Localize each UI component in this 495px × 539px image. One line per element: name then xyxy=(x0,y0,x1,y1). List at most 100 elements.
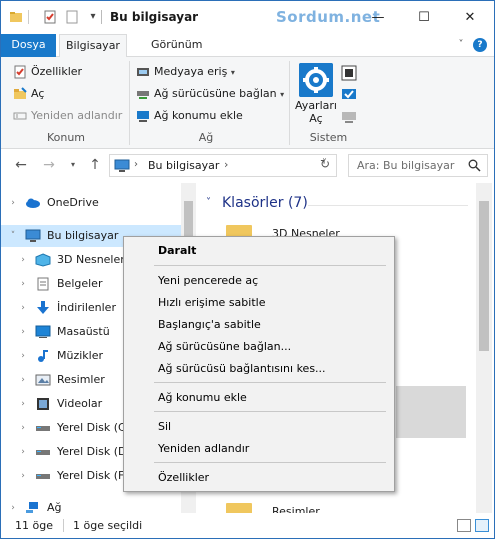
open-icon xyxy=(14,87,27,99)
tab-view[interactable]: Görünüm xyxy=(141,34,212,57)
chevron-down-icon: ▾ xyxy=(280,90,285,99)
open-button[interactable]: Aç xyxy=(13,85,44,103)
chevron-down-icon[interactable]: ˅ xyxy=(7,225,19,247)
open-label: Aç xyxy=(31,87,45,100)
large-icons-view-icon[interactable] xyxy=(475,519,489,532)
search-placeholder[interactable]: Ara: Bu bilgisayar xyxy=(357,159,454,172)
up-arrow-icon[interactable]: ↑ xyxy=(87,157,103,173)
chevron-right-icon[interactable]: › xyxy=(7,497,19,513)
rename-icon xyxy=(13,112,27,120)
search-box[interactable]: Ara: Bu bilgisayar xyxy=(348,154,488,177)
tree-item-network[interactable]: › Ağ xyxy=(1,497,181,513)
help-icon[interactable]: ? xyxy=(473,38,487,52)
explorer-window: ▾ Bu bilgisayar Sordum.net — ☐ ✕ Dosya B… xyxy=(0,0,495,539)
chevron-right-icon[interactable]: › xyxy=(134,159,138,170)
rename-label: Yeniden adlandır xyxy=(31,109,123,122)
window-title: Bu bilgisayar xyxy=(110,10,199,24)
folder-icon[interactable] xyxy=(226,503,252,513)
navigation-bar: ← → ▾ ↑ › Bu bilgisayar › ˅ ↻ Ara: Bu bi… xyxy=(1,149,494,183)
tab-file[interactable]: Dosya xyxy=(1,34,56,57)
chevron-right-icon[interactable]: › xyxy=(17,441,29,463)
settings-label: Ayarları Aç xyxy=(292,99,340,125)
folder-label[interactable]: Resimler xyxy=(272,505,320,513)
scrollbar-thumb[interactable] xyxy=(479,201,489,351)
tree-label: OneDrive xyxy=(47,196,99,209)
cloud-icon xyxy=(26,198,40,208)
address-path[interactable]: Bu bilgisayar xyxy=(148,159,219,172)
search-icon[interactable] xyxy=(468,159,481,172)
back-arrow-icon[interactable]: ← xyxy=(13,157,29,173)
recent-chevron-down-icon[interactable]: ▾ xyxy=(65,157,81,173)
tab-computer[interactable]: Bilgisayar xyxy=(59,34,127,58)
add-network-location-button[interactable]: Ağ konumu ekle xyxy=(136,107,243,125)
chevron-right-icon[interactable]: › xyxy=(17,321,29,343)
chevron-right-icon[interactable]: › xyxy=(17,297,29,319)
details-view-icon[interactable] xyxy=(457,519,471,532)
menu-item-add-network-location[interactable]: Ağ konumu ekle xyxy=(158,391,247,404)
media-access-button[interactable]: Medyaya eriş ▾ xyxy=(136,63,235,81)
tree-label: Yerel Disk (F: xyxy=(57,469,128,482)
chevron-right-icon[interactable]: › xyxy=(17,273,29,295)
menu-item-disconnect-drive[interactable]: Ağ sürücüsü bağlantısını kes... xyxy=(158,362,326,375)
tree-item-onedrive[interactable]: › OneDrive xyxy=(1,192,181,214)
status-divider xyxy=(63,519,64,532)
chevron-right-icon[interactable]: › xyxy=(224,158,228,171)
new-folder-quick-icon[interactable] xyxy=(65,10,79,24)
drive-icon xyxy=(36,450,50,455)
chevron-right-icon[interactable]: › xyxy=(17,465,29,487)
tree-label: Bu bilgisayar xyxy=(47,229,119,242)
properties-icon xyxy=(14,65,26,79)
tree-label: Belgeler xyxy=(57,277,103,290)
title-divider xyxy=(101,10,102,24)
map-drive-button[interactable]: Ağ sürücüsüne bağlan ▾ xyxy=(136,85,284,103)
menu-item-open-new-window[interactable]: Yeni pencerede aç xyxy=(158,274,258,287)
documents-icon xyxy=(37,277,49,291)
chevron-right-icon[interactable]: › xyxy=(17,393,29,415)
content-scrollbar[interactable] xyxy=(476,183,492,513)
manage-icon[interactable] xyxy=(341,109,357,125)
properties-quick-icon[interactable] xyxy=(43,10,57,24)
menu-item-properties[interactable]: Özellikler xyxy=(158,471,209,484)
network-drive-icon xyxy=(137,91,149,99)
minimize-button[interactable]: — xyxy=(355,1,401,34)
qa-customize-icon[interactable]: ▾ xyxy=(86,10,100,24)
tree-label: Müzikler xyxy=(57,349,104,362)
chevron-right-icon[interactable]: › xyxy=(17,417,29,439)
media-icon xyxy=(137,68,149,76)
tree-label: Videolar xyxy=(57,397,103,410)
folder-icon[interactable] xyxy=(9,10,23,24)
uninstall-icon[interactable] xyxy=(341,65,357,81)
drive-icon xyxy=(36,426,50,431)
menu-item-pin-quick-access[interactable]: Hızlı erişime sabitle xyxy=(158,296,265,309)
chevron-down-icon[interactable]: ˅ xyxy=(206,197,211,208)
context-menu: Daralt Yeni pencerede aç Hızlı erişime s… xyxy=(123,236,395,492)
selected-item[interactable] xyxy=(396,386,466,438)
menu-item-pin-start[interactable]: Başlangıç'a sabitle xyxy=(158,318,261,331)
system-properties-icon[interactable] xyxy=(341,87,357,103)
refresh-icon[interactable]: ↻ xyxy=(320,157,330,171)
chevron-right-icon[interactable]: › xyxy=(17,249,29,271)
network-icon xyxy=(26,502,38,513)
menu-item-collapse[interactable]: Daralt xyxy=(158,244,196,257)
address-bar[interactable]: › Bu bilgisayar › ˅ xyxy=(109,154,337,177)
group-label-konum: Konum xyxy=(46,131,86,144)
chevron-right-icon[interactable]: › xyxy=(7,192,19,214)
videos-icon xyxy=(37,398,49,410)
tree-label: Masaüstü xyxy=(57,325,110,338)
maximize-button[interactable]: ☐ xyxy=(401,1,447,34)
forward-arrow-icon[interactable]: → xyxy=(41,157,57,173)
chevron-right-icon[interactable]: › xyxy=(17,369,29,391)
rename-button[interactable]: Yeniden adlandır xyxy=(13,107,122,125)
tree-label: Ağ xyxy=(47,501,62,513)
properties-button[interactable]: Özellikler xyxy=(13,63,82,81)
ribbon: Özellikler Aç Yeniden adlandır Konum Med… xyxy=(1,57,494,149)
menu-item-delete[interactable]: Sil xyxy=(158,420,171,433)
chevron-down-icon[interactable]: ˅ xyxy=(454,38,468,52)
close-button[interactable]: ✕ xyxy=(447,1,493,34)
properties-label: Özellikler xyxy=(31,65,83,78)
qa-divider xyxy=(28,10,29,24)
menu-item-map-drive[interactable]: Ağ sürücüsüne bağlan... xyxy=(158,340,291,353)
chevron-right-icon[interactable]: › xyxy=(17,345,29,367)
menu-item-rename[interactable]: Yeniden adlandır xyxy=(158,442,249,455)
group-header[interactable]: Klasörler (7) xyxy=(222,195,308,211)
